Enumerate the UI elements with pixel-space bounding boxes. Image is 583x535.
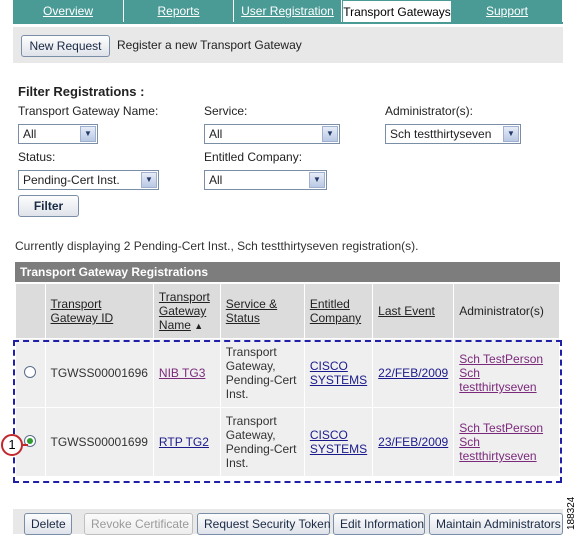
- delete-button[interactable]: Delete: [24, 513, 72, 535]
- cell-service: Transport Gateway, Pending-Cert Inst.: [219, 407, 305, 477]
- cell-admin-link[interactable]: Sch testthirtyseven: [459, 435, 536, 463]
- row-select-radio[interactable]: [24, 365, 37, 378]
- callout-marker: 1: [1, 434, 23, 456]
- header-last-event[interactable]: Last Event: [372, 283, 455, 339]
- tab-reports[interactable]: Reports: [124, 0, 234, 22]
- header-tg-id[interactable]: Transport Gateway ID: [44, 283, 154, 339]
- admin-value: Sch testthirtyseven: [390, 127, 492, 141]
- cell-last-event-link[interactable]: 22/FEB/2009: [378, 366, 448, 380]
- table-row: TGWSS00001699 RTP TG2 Transport Gateway,…: [15, 407, 560, 477]
- tab-underline: [13, 22, 563, 24]
- cell-admin-link[interactable]: Sch TestPerson: [459, 421, 543, 435]
- chevron-down-icon: ▼: [141, 172, 157, 188]
- service-label: Service:: [204, 104, 248, 118]
- admin-label: Administrator(s):: [385, 104, 474, 118]
- tab-overview[interactable]: Overview: [13, 0, 124, 22]
- figure-id: 188324: [566, 496, 577, 530]
- new-request-button[interactable]: New Request: [21, 35, 110, 57]
- new-request-hint: Register a new Transport Gateway: [117, 38, 302, 52]
- service-select[interactable]: All ▼: [204, 124, 340, 144]
- cell-tg-name-link[interactable]: RTP TG2: [159, 435, 209, 449]
- status-value: Pending-Cert Inst.: [23, 173, 120, 187]
- cell-admin-link[interactable]: Sch testthirtyseven: [459, 366, 536, 394]
- display-summary: Currently displaying 2 Pending-Cert Inst…: [15, 239, 419, 253]
- tab-transport-gateways[interactable]: Transport Gateways: [342, 0, 452, 22]
- request-security-token-button[interactable]: Request Security Token: [197, 513, 331, 535]
- filter-heading: Filter Registrations :: [18, 84, 145, 99]
- tg-name-value: All: [23, 127, 37, 141]
- filter-button[interactable]: Filter: [18, 195, 79, 217]
- chevron-down-icon: ▼: [503, 126, 519, 142]
- cell-company-link[interactable]: CISCO SYSTEMS: [310, 428, 367, 456]
- table-title: Transport Gateway Registrations: [15, 262, 560, 282]
- header-tg-name[interactable]: Transport Gateway Name ▲: [152, 283, 221, 339]
- top-nav-tabs: Overview Reports User Registration Trans…: [13, 0, 563, 22]
- tab-support[interactable]: Support: [452, 0, 563, 22]
- service-value: All: [209, 127, 223, 141]
- header-select: [15, 283, 46, 339]
- status-label: Status:: [18, 150, 56, 164]
- header-service[interactable]: Service & Status: [219, 283, 305, 339]
- tg-name-label: Transport Gateway Name:: [18, 104, 159, 118]
- registrations-table: Transport Gateway ID Transport Gateway N…: [15, 283, 560, 477]
- cell-service: Transport Gateway, Pending-Cert Inst.: [219, 338, 305, 408]
- header-company[interactable]: Entitled Company: [303, 283, 374, 339]
- status-select[interactable]: Pending-Cert Inst. ▼: [18, 170, 159, 190]
- tg-name-select[interactable]: All ▼: [18, 124, 98, 144]
- edit-information-button[interactable]: Edit Information: [333, 513, 425, 535]
- callout-line: [22, 444, 28, 446]
- table-header-row: Transport Gateway ID Transport Gateway N…: [15, 283, 560, 339]
- chevron-down-icon: ▼: [309, 172, 325, 188]
- cell-tg-name-link[interactable]: NIB TG3: [159, 366, 205, 380]
- cell-tg-id: TGWSS00001699: [44, 407, 154, 477]
- header-admins: Administrator(s): [453, 283, 560, 339]
- maintain-administrators-button[interactable]: Maintain Administrators: [429, 513, 563, 535]
- cell-tg-id: TGWSS00001696: [44, 338, 154, 408]
- company-value: All: [209, 173, 223, 187]
- company-label: Entitled Company:: [204, 150, 303, 164]
- table-row: TGWSS00001696 NIB TG3 Transport Gateway,…: [15, 338, 560, 408]
- cell-admin-link[interactable]: Sch TestPerson: [459, 352, 543, 366]
- sort-asc-icon: ▲: [194, 321, 204, 331]
- tab-user-registration[interactable]: User Registration: [234, 0, 342, 22]
- admin-select[interactable]: Sch testthirtyseven ▼: [385, 124, 521, 144]
- cell-last-event-link[interactable]: 23/FEB/2009: [378, 435, 448, 449]
- company-select[interactable]: All ▼: [204, 170, 327, 190]
- chevron-down-icon: ▼: [322, 126, 338, 142]
- revoke-certificate-button[interactable]: Revoke Certificate: [84, 513, 193, 535]
- cell-company-link[interactable]: CISCO SYSTEMS: [310, 359, 367, 387]
- chevron-down-icon: ▼: [80, 126, 96, 142]
